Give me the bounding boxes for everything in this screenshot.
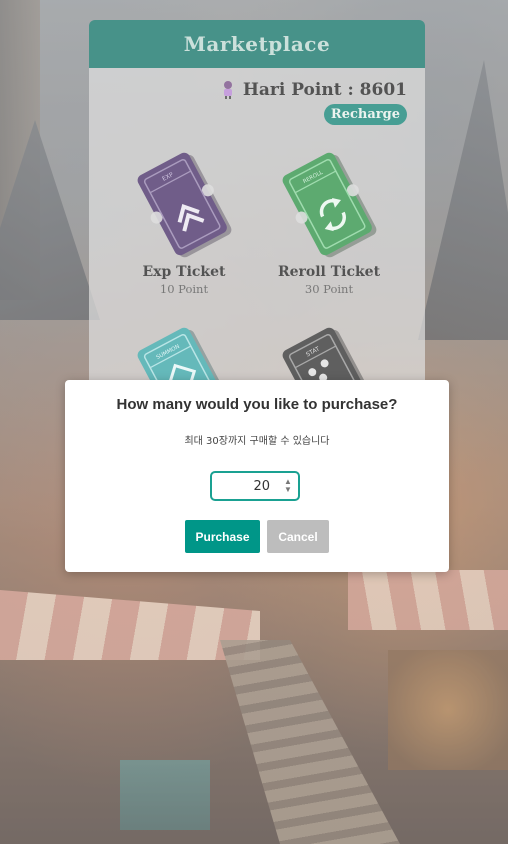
purchase-button[interactable]: Purchase	[185, 520, 260, 553]
purchase-dialog: How many would you like to purchase? 최대 …	[65, 380, 449, 572]
quantity-stepper[interactable]: ▲ ▼	[210, 471, 300, 501]
quantity-spinner[interactable]: ▲ ▼	[284, 478, 292, 494]
decrement-arrow-icon[interactable]: ▼	[284, 486, 292, 494]
dialog-title: How many would you like to purchase?	[116, 396, 398, 413]
dialog-subtitle: 최대 30장까지 구매할 수 있습니다	[184, 436, 330, 447]
cancel-button[interactable]: Cancel	[267, 520, 329, 553]
quantity-input[interactable]	[212, 478, 270, 494]
